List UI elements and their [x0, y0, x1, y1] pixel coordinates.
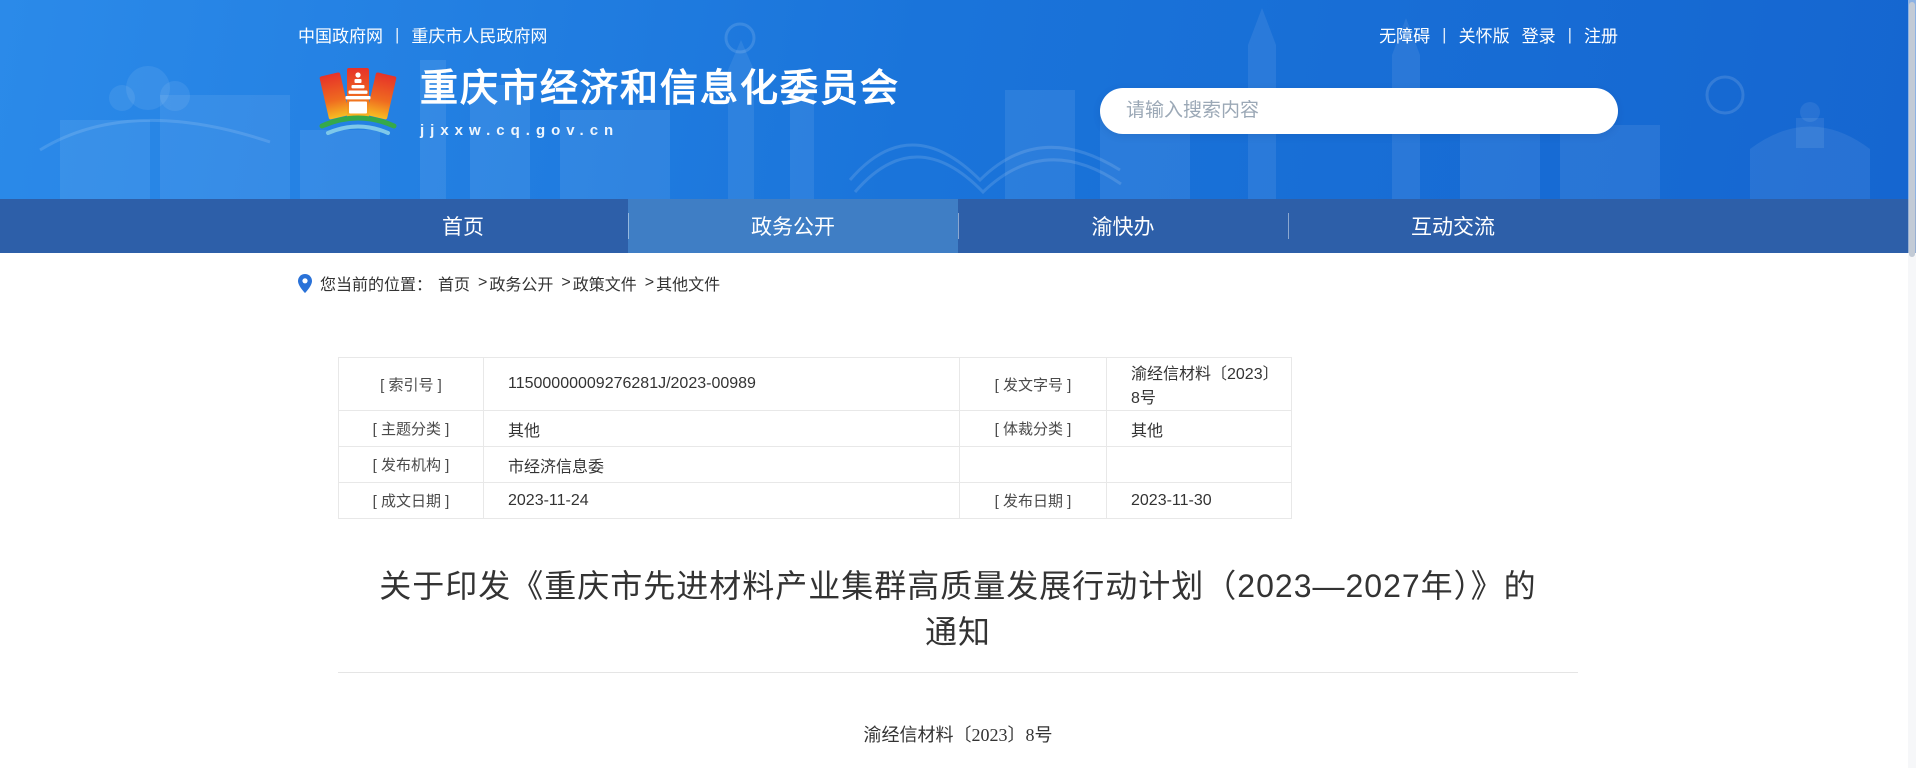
meta-label-written-date: [ 成文日期 ]	[338, 482, 484, 519]
site-title: 重庆市经济和信息化委员会	[420, 68, 901, 110]
meta-label-topic-category: [ 主题分类 ]	[338, 410, 484, 447]
table-row: [ 成文日期 ] 2023-11-24 [ 发布日期 ] 2023-11-30	[338, 482, 1292, 519]
document-number: 渝经信材料〔2023〕8号	[863, 724, 1053, 745]
vertical-scrollbar[interactable]	[1908, 0, 1916, 768]
breadcrumb-label: 您当前的位置：	[320, 277, 433, 294]
nav-divider	[628, 213, 629, 239]
link-care-version[interactable]: 关怀版	[1459, 22, 1510, 47]
meta-value-topic-category: 其他	[483, 410, 960, 447]
breadcrumb-item-home[interactable]: 首页	[438, 271, 470, 295]
nav-tab-yukuaiban[interactable]: 渝快办	[958, 199, 1288, 253]
document-metadata-table: [ 索引号 ] 11500000009276281J/2023-00989 [ …	[338, 357, 1292, 519]
document-title: 关于印发《重庆市先进材料产业集群高质量发展行动计划（2023—2027年）》的通…	[379, 568, 1537, 651]
search-input[interactable]	[1126, 100, 1592, 122]
topbar-separator: |	[1442, 24, 1447, 44]
meta-label-issuing-agency: [ 发布机构 ]	[338, 446, 484, 483]
link-china-gov[interactable]: 中国政府网	[298, 22, 383, 47]
meta-label-doc-symbol: [ 发文字号 ]	[959, 357, 1107, 411]
top-utility-bar: 中国政府网 | 重庆市人民政府网 无障碍 | 关怀版 登录 | 注册	[298, 22, 1618, 47]
scrollbar-thumb[interactable]	[1909, 2, 1915, 257]
nav-tab-home[interactable]: 首页	[298, 199, 628, 253]
site-banner: 中国政府网 | 重庆市人民政府网 无障碍 | 关怀版 登录 | 注册 重庆市经济…	[0, 0, 1916, 199]
breadcrumb-item-policy-files[interactable]: 政策文件	[573, 271, 637, 295]
meta-value-empty	[1106, 446, 1292, 483]
meta-label-genre-category: [ 体裁分类 ]	[959, 410, 1107, 447]
meta-label-publish-date: [ 发布日期 ]	[959, 482, 1107, 519]
meta-value-written-date: 2023-11-24	[483, 482, 960, 519]
breadcrumb-separator: >	[478, 274, 488, 291]
breadcrumb-separator: >	[644, 274, 655, 291]
meta-value-index-number: 11500000009276281J/2023-00989	[483, 357, 960, 411]
breadcrumb: 您当前的位置： 首页 > 政务公开 > 政策文件 > 其他文件	[298, 253, 1618, 295]
document-content: [ 索引号 ] 11500000009276281J/2023-00989 [ …	[338, 357, 1578, 747]
topbar-separator: |	[395, 24, 400, 44]
site-url: jjxxw.cq.gov.cn	[420, 122, 620, 139]
link-cq-gov[interactable]: 重庆市人民政府网	[411, 22, 547, 47]
nav-tab-interaction[interactable]: 互动交流	[1288, 199, 1618, 253]
location-pin-icon	[298, 273, 312, 293]
link-login[interactable]: 登录	[1522, 22, 1556, 47]
meta-value-issuing-agency: 市经济信息委	[483, 446, 960, 483]
nav-tab-gov-affairs[interactable]: 政务公开	[628, 199, 958, 253]
table-row: [ 发布机构 ] 市经济信息委	[338, 446, 1292, 483]
meta-label-empty	[959, 446, 1107, 483]
meta-value-genre-category: 其他	[1106, 410, 1292, 447]
table-row: [ 索引号 ] 11500000009276281J/2023-00989 [ …	[338, 357, 1292, 411]
breadcrumb-separator: >	[561, 274, 571, 291]
meta-value-doc-symbol: 渝经信材料〔2023〕8号	[1106, 357, 1292, 411]
nav-divider	[958, 213, 959, 239]
breadcrumb-item-gov-affairs[interactable]: 政务公开	[489, 271, 553, 295]
nav-divider	[1288, 213, 1289, 239]
meta-value-publish-date: 2023-11-30	[1106, 482, 1292, 519]
link-register[interactable]: 注册	[1584, 22, 1618, 47]
table-row: [ 主题分类 ] 其他 [ 体裁分类 ] 其他	[338, 410, 1292, 447]
breadcrumb-item-other-files[interactable]: 其他文件	[656, 271, 720, 295]
meta-label-index-number: [ 索引号 ]	[338, 357, 484, 411]
title-divider	[338, 671, 1578, 673]
main-navigation: 首页 政务公开 渝快办 互动交流	[0, 199, 1916, 253]
search-box[interactable]	[1100, 88, 1618, 134]
topbar-separator: |	[1567, 24, 1572, 44]
agency-logo-icon	[319, 68, 397, 135]
link-accessibility[interactable]: 无障碍	[1379, 22, 1430, 47]
